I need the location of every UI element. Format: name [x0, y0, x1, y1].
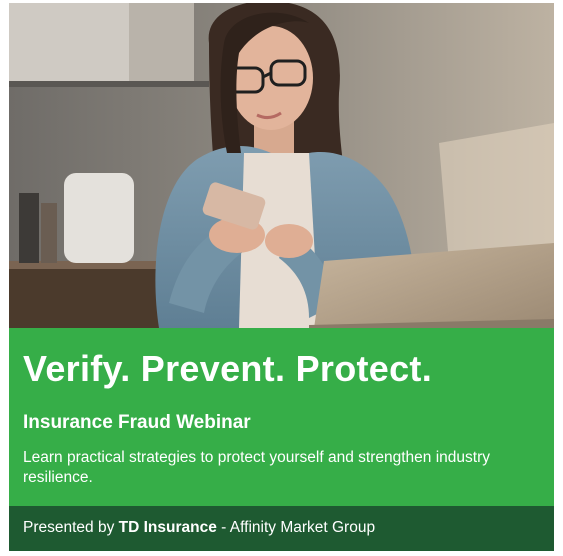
group-name: Affinity Market Group [229, 519, 376, 536]
presenter-line: Presented by TD Insurance - Affinity Mar… [23, 520, 375, 536]
presenter-footer: Presented by TD Insurance - Affinity Mar… [9, 506, 554, 551]
hero-photo [9, 3, 554, 328]
presented-by-label: Presented by [23, 519, 115, 536]
webinar-title: Insurance Fraud Webinar [23, 412, 251, 433]
separator: - [216, 519, 230, 536]
brand-name: TD Insurance [118, 519, 217, 536]
promo-band: Verify. Prevent. Protect. Insurance Frau… [9, 328, 554, 506]
headline: Verify. Prevent. Protect. [23, 348, 433, 389]
webinar-description: Learn practical strategies to protect yo… [23, 449, 490, 486]
webinar-banner: Verify. Prevent. Protect. Insurance Frau… [9, 3, 554, 551]
